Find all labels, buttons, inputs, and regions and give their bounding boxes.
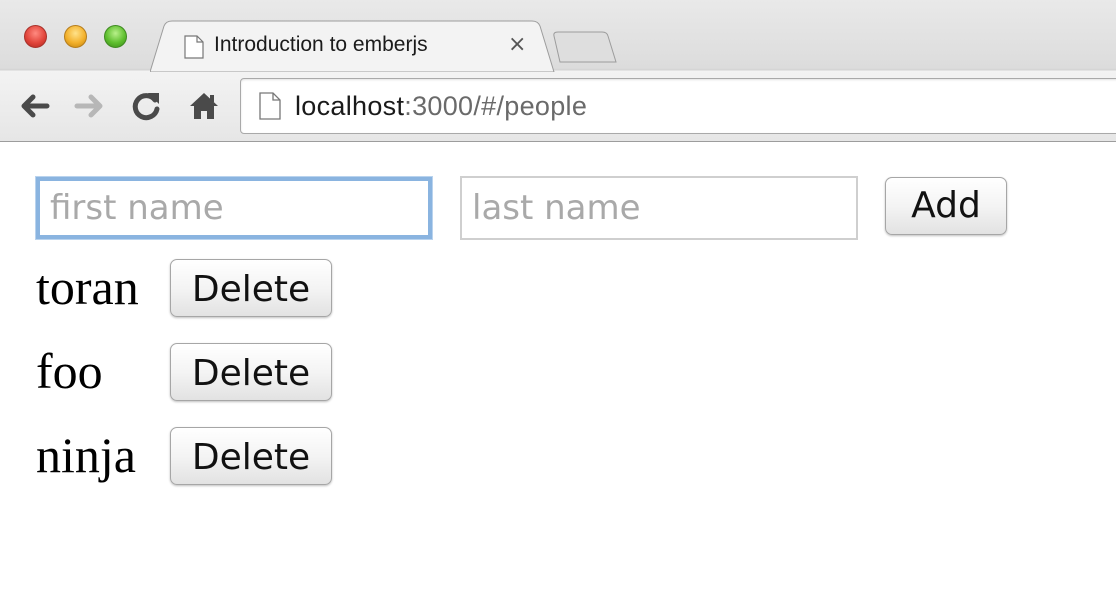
url-host: localhost bbox=[295, 91, 405, 121]
tab-close-icon[interactable]: × bbox=[508, 32, 526, 57]
url-text[interactable]: localhost:3000/#/people bbox=[295, 91, 587, 122]
window-close-button[interactable] bbox=[24, 25, 47, 48]
browser-chrome: Introduction to emberjs × localhost:3000… bbox=[0, 0, 1116, 142]
back-arrow-icon[interactable] bbox=[16, 88, 52, 124]
url-path: :3000/#/people bbox=[404, 91, 588, 121]
new-tab-button[interactable] bbox=[552, 30, 618, 69]
window-zoom-button[interactable] bbox=[104, 25, 127, 48]
add-button[interactable]: Add bbox=[885, 177, 1007, 235]
person-name: foo bbox=[36, 343, 103, 399]
last-name-input[interactable] bbox=[460, 176, 858, 240]
person-name: ninja bbox=[36, 427, 136, 483]
person-name: toran bbox=[36, 259, 139, 315]
window-minimize-button[interactable] bbox=[64, 25, 87, 48]
browser-tab[interactable]: Introduction to emberjs × bbox=[150, 20, 560, 72]
first-name-input[interactable] bbox=[36, 177, 432, 239]
forward-arrow-icon[interactable] bbox=[72, 88, 108, 124]
address-bar[interactable]: localhost:3000/#/people bbox=[240, 78, 1116, 134]
delete-button[interactable]: Delete bbox=[170, 343, 332, 401]
delete-button[interactable]: Delete bbox=[170, 259, 332, 317]
delete-button[interactable]: Delete bbox=[170, 427, 332, 485]
reload-icon[interactable] bbox=[128, 88, 164, 124]
page-icon bbox=[259, 92, 281, 125]
tab-title: Introduction to emberjs bbox=[214, 33, 428, 56]
home-icon[interactable] bbox=[186, 88, 222, 124]
